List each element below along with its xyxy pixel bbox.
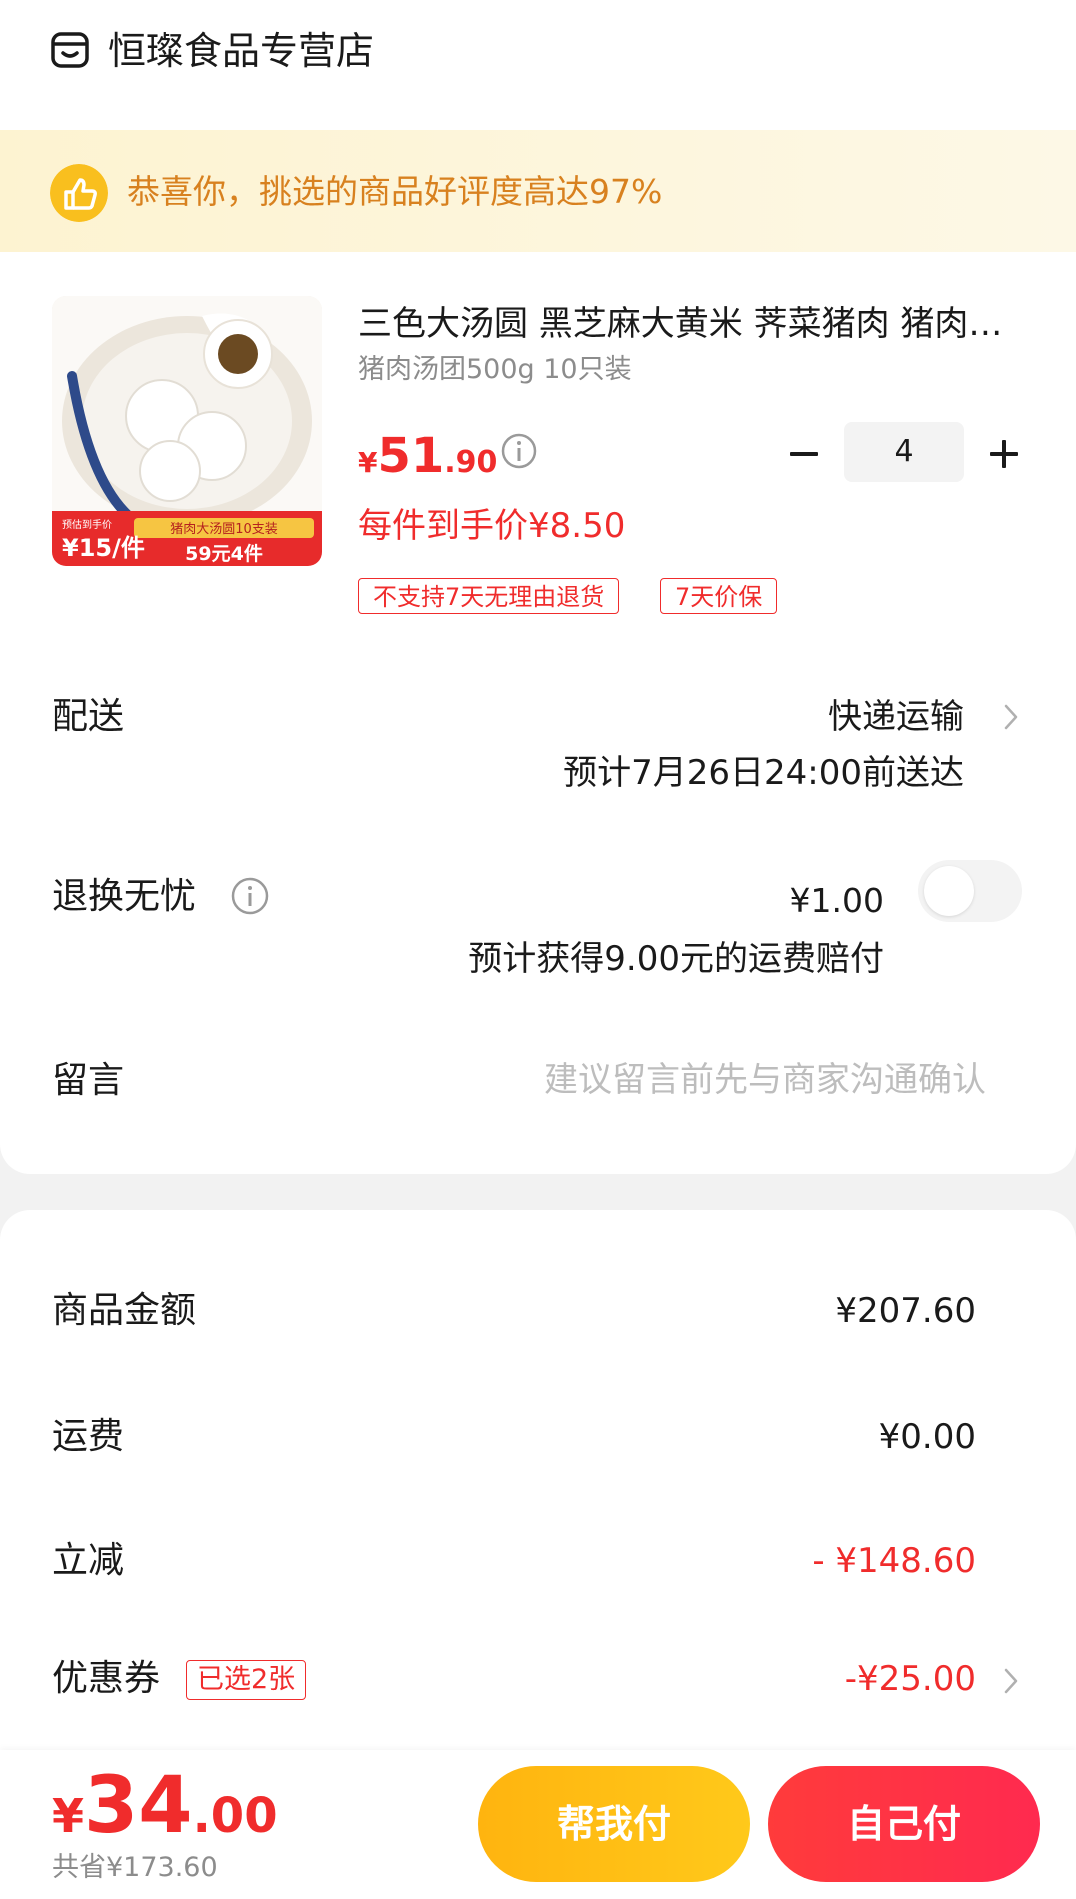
shipping-value: ¥0.00 <box>878 1417 976 1457</box>
image-price-label: 预估到手价 <box>62 518 112 531</box>
shipping-label: 运费 <box>52 1416 125 1457</box>
minus-icon[interactable] <box>780 430 828 478</box>
chevron-right-icon[interactable] <box>1000 1664 1022 1698</box>
price-integer: 51 <box>377 428 445 484</box>
product-price: ¥51.90 <box>358 426 497 497</box>
info-icon[interactable] <box>500 432 538 470</box>
delivery-label: 配送 <box>52 696 125 737</box>
thumbs-up-icon <box>50 164 108 222</box>
delivery-eta: 预计7月26日24:00前送达 <box>563 753 964 793</box>
goods-amount-label: 商品金额 <box>52 1290 197 1331</box>
price-decimal: .90 <box>444 445 498 480</box>
return-service-label: 退换无忧 <box>52 876 197 917</box>
message-label: 留言 <box>52 1060 125 1101</box>
image-promo-text: 猪肉大汤圆10支装 <box>170 522 278 537</box>
discount-label: 立减 <box>52 1540 125 1581</box>
coupon-value[interactable]: -¥25.00 <box>845 1654 976 1704</box>
help-pay-button[interactable]: 帮我付 <box>478 1766 750 1882</box>
banner-text: 恭喜你，挑选的商品好评度高达97% <box>127 172 663 211</box>
product-title[interactable]: 三色大汤圆 黑芝麻大黄米 荠菜猪肉 猪肉汤团 <box>358 300 1018 348</box>
info-icon[interactable] <box>230 876 270 916</box>
message-input[interactable] <box>386 1052 986 1108</box>
quantity-stepper[interactable]: 4 <box>844 422 964 482</box>
plus-icon[interactable] <box>980 430 1028 478</box>
delivery-method[interactable]: 快递运输 <box>828 692 964 742</box>
store-icon <box>51 32 89 68</box>
coupon-label[interactable]: 优惠券 <box>52 1654 160 1704</box>
image-deal-text: 59元4件 <box>185 542 263 565</box>
total-decimal: .00 <box>192 1788 278 1844</box>
product-spec[interactable]: 猪肉汤团500g 10只装 <box>358 350 632 390</box>
return-service-price: ¥1.00 <box>789 881 884 920</box>
image-price: ¥15/件 <box>62 534 145 562</box>
compensation-note: 预计获得9.00元的运费赔付 <box>468 939 884 979</box>
goods-amount-value: ¥207.60 <box>835 1291 976 1331</box>
total-symbol: ¥ <box>52 1789 85 1843</box>
store-name[interactable]: 恒璨食品专营店 <box>108 26 374 76</box>
per-item-price: 每件到手价¥8.50 <box>358 506 626 546</box>
total-integer: 34 <box>84 1761 193 1851</box>
self-pay-button[interactable]: 自己付 <box>768 1766 1040 1882</box>
price-symbol: ¥ <box>358 446 378 479</box>
total-saved: 共省¥173.60 <box>52 1852 218 1883</box>
no-return-tag: 不支持7天无理由退货 <box>358 578 620 614</box>
price-protect-tag: 7天价保 <box>660 578 778 614</box>
chevron-right-icon[interactable] <box>1000 700 1022 734</box>
coupon-count-badge[interactable]: 已选2张 <box>186 1660 307 1700</box>
toggle-knob[interactable] <box>924 866 974 916</box>
product-image[interactable]: 猪肉大汤圆10支装 预估到手价 ¥15/件 59元4件 <box>52 296 322 566</box>
discount-value: - ¥148.60 <box>812 1541 976 1581</box>
